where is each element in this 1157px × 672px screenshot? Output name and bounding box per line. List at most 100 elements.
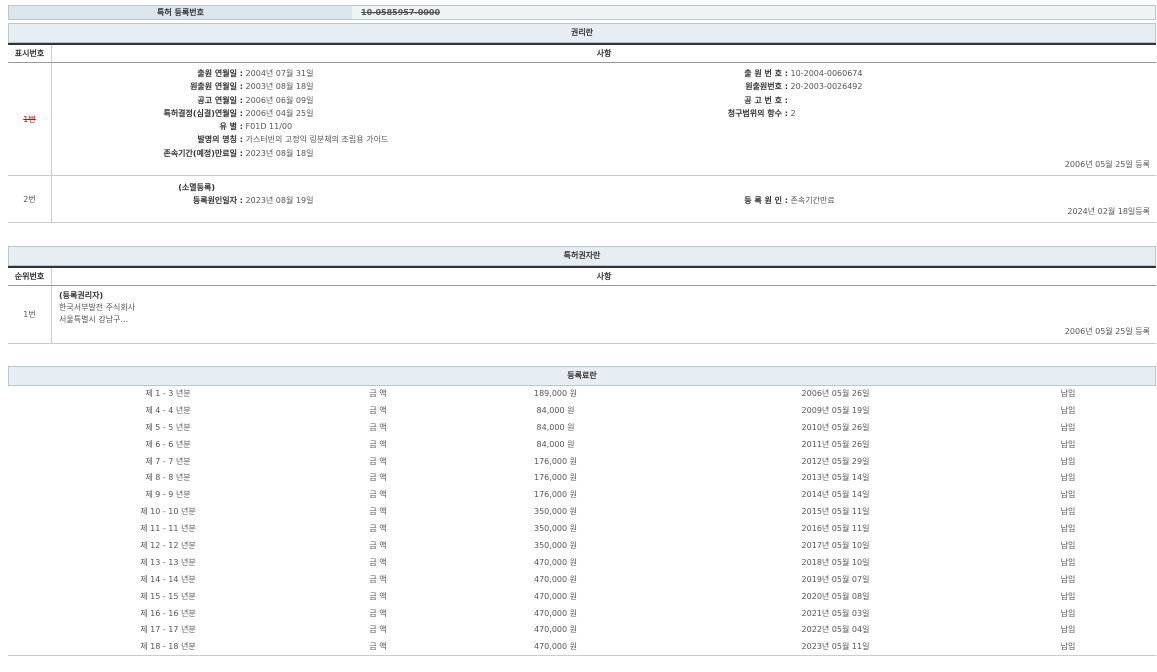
fee-row: 제 6 - 6 년분금 액84,000 원2011년 05월 26일납입 bbox=[8, 436, 1156, 453]
fee-amount: 84,000 원 bbox=[428, 422, 683, 433]
holder-section-header: 특허권자란 bbox=[8, 246, 1156, 266]
fee-status: 납입 bbox=[988, 422, 1148, 433]
fee-row: 제 15 - 15 년분금 액470,000 원2020년 05월 08일납입 bbox=[8, 588, 1156, 605]
fee-period: 제 18 - 18 년분 bbox=[8, 641, 328, 652]
fees-section-header: 등록료란 bbox=[8, 366, 1156, 386]
fee-date: 2010년 05월 26일 bbox=[683, 422, 988, 433]
fee-period: 제 13 - 13 년분 bbox=[8, 557, 328, 568]
fee-date: 2021년 05월 03일 bbox=[683, 608, 988, 619]
holder-info: (등록권리자) 한국서부발전 주식회사 서울특별시 강남구... bbox=[59, 290, 135, 326]
fee-date: 2022년 05월 04일 bbox=[683, 624, 988, 635]
fee-row: 제 9 - 9 년분금 액176,000 원2014년 05월 14일납입 bbox=[8, 486, 1156, 503]
field-value: 존속기간만료 bbox=[791, 196, 835, 205]
fee-label: 금 액 bbox=[328, 523, 428, 534]
rights-row-num: 1번 bbox=[8, 63, 52, 175]
holder-address: 서울특별시 강남구... bbox=[59, 314, 135, 326]
fee-amount: 84,000 원 bbox=[428, 405, 683, 416]
fee-label: 금 액 bbox=[328, 405, 428, 416]
fee-row: 제 16 - 16 년분금 액470,000 원2021년 05월 03일납입 bbox=[8, 605, 1156, 622]
rights-row-1-left: 출원 연월일 : 2004년 07월 31일원출원 연월일 : 2003년 08… bbox=[103, 67, 388, 160]
fee-amount: 350,000 원 bbox=[428, 506, 683, 517]
rights-col-num: 표시번호 bbox=[8, 45, 52, 62]
fee-period: 제 12 - 12 년분 bbox=[8, 540, 328, 551]
fee-amount: 470,000 원 bbox=[428, 591, 683, 602]
field-value: 2003년 08월 18일 bbox=[246, 82, 314, 91]
fee-date: 2015년 05월 11일 bbox=[683, 506, 988, 517]
fee-label: 금 액 bbox=[328, 388, 428, 399]
fee-date: 2016년 05월 11일 bbox=[683, 523, 988, 534]
fee-amount: 470,000 원 bbox=[428, 608, 683, 619]
fee-date: 2012년 05월 29일 bbox=[683, 456, 988, 467]
fee-amount: 470,000 원 bbox=[428, 557, 683, 568]
holder-col-num: 순위번호 bbox=[8, 268, 52, 285]
fee-status: 납입 bbox=[988, 388, 1148, 399]
field-key: 특허결정(심결)연월일 : bbox=[103, 107, 243, 120]
fee-row: 제 11 - 11 년분금 액350,000 원2016년 05월 11일납입 bbox=[8, 520, 1156, 537]
rights-row-2-left: (소멸등록) 등록원인일자 : 2023년 08월 19일 bbox=[103, 181, 313, 208]
field-line: 발명의 명칭 : 가스터빈의 고정익 링분체의 조립용 가이드 bbox=[103, 133, 388, 146]
registration-number-bar: 특허 등록번호 10-0585957-0000 bbox=[8, 5, 1156, 20]
fee-period: 제 16 - 16 년분 bbox=[8, 608, 328, 619]
fee-label: 금 액 bbox=[328, 489, 428, 500]
field-key: 공 고 번 호 : bbox=[703, 94, 788, 107]
field-value: 가스터빈의 고정익 링분체의 조립용 가이드 bbox=[246, 135, 389, 144]
fee-amount: 350,000 원 bbox=[428, 540, 683, 551]
field-key: 존속기간(예정)만료일 : bbox=[103, 147, 243, 160]
field-line: 청구범위의 항수 : 2 bbox=[703, 107, 863, 120]
rights-row-1: 1번 출원 연월일 : 2004년 07월 31일원출원 연월일 : 2003년… bbox=[8, 63, 1156, 176]
field-key: 출 원 번 호 : bbox=[703, 67, 788, 80]
rights-section-header: 권리란 bbox=[8, 23, 1156, 43]
fee-row: 제 18 - 18 년분금 액470,000 원2023년 05월 11일납입 bbox=[8, 638, 1156, 655]
fee-status: 납입 bbox=[988, 489, 1148, 500]
fee-label: 금 액 bbox=[328, 574, 428, 585]
field-line: 출 원 번 호 : 10-2004-0060674 bbox=[703, 67, 863, 80]
fee-row: 제 1 - 3 년분금 액189,000 원2006년 05월 26일납입 bbox=[8, 385, 1156, 402]
fee-label: 금 액 bbox=[328, 456, 428, 467]
holder-name: 한국서부발전 주식회사 bbox=[59, 302, 135, 314]
fee-status: 납입 bbox=[988, 540, 1148, 551]
field-line: 공고 연월일 : 2006년 06월 09일 bbox=[103, 94, 388, 107]
fee-status: 납입 bbox=[988, 506, 1148, 517]
registration-number-value: 10-0585957-0000 bbox=[352, 6, 1155, 19]
fee-period: 제 11 - 11 년분 bbox=[8, 523, 328, 534]
field-line: 원출원번호 : 20-2003-0026492 bbox=[703, 80, 863, 93]
field-value: F01D 11/00 bbox=[246, 122, 293, 131]
fee-date: 2013년 05월 14일 bbox=[683, 472, 988, 483]
fee-amount: 176,000 원 bbox=[428, 489, 683, 500]
fee-label: 금 액 bbox=[328, 557, 428, 568]
fee-status: 납입 bbox=[988, 439, 1148, 450]
fee-status: 납입 bbox=[988, 641, 1148, 652]
fee-amount: 84,000 원 bbox=[428, 439, 683, 450]
fee-amount: 176,000 원 bbox=[428, 472, 683, 483]
field-key: 출원 연월일 : bbox=[103, 67, 243, 80]
registration-date: 2024년 02월 18일등록 bbox=[1067, 206, 1150, 217]
field-line: 원출원 연월일 : 2003년 08월 18일 bbox=[103, 80, 388, 93]
fee-status: 납입 bbox=[988, 557, 1148, 568]
field-line: 특허결정(심결)연월일 : 2006년 04월 25일 bbox=[103, 107, 388, 120]
field-key: 등록원인일자 : bbox=[103, 194, 243, 207]
fee-date: 2011년 05월 26일 bbox=[683, 439, 988, 450]
fee-period: 제 5 - 5 년분 bbox=[8, 422, 328, 433]
field-key: 공고 연월일 : bbox=[103, 94, 243, 107]
field-value: 10-2004-0060674 bbox=[791, 69, 863, 78]
registration-date: 2006년 05월 25일 등록 bbox=[1065, 159, 1150, 170]
fee-date: 2017년 05월 10일 bbox=[683, 540, 988, 551]
field-key: 원출원번호 : bbox=[703, 80, 788, 93]
fee-label: 금 액 bbox=[328, 472, 428, 483]
registration-date: 2006년 05월 25일 등록 bbox=[1065, 326, 1150, 337]
fee-status: 납입 bbox=[988, 472, 1148, 483]
field-value: 20-2003-0026492 bbox=[791, 82, 863, 91]
fee-status: 납입 bbox=[988, 591, 1148, 602]
holder-column-header: 순위번호 사항 bbox=[8, 266, 1156, 286]
fee-row: 제 17 - 17 년분금 액470,000 원2022년 05월 04일납입 bbox=[8, 621, 1156, 638]
fee-amount: 176,000 원 bbox=[428, 456, 683, 467]
fee-date: 2009년 05월 19일 bbox=[683, 405, 988, 416]
rights-column-header: 표시번호 사항 bbox=[8, 43, 1156, 63]
fee-label: 금 액 bbox=[328, 624, 428, 635]
fee-period: 제 14 - 14 년분 bbox=[8, 574, 328, 585]
fee-row: 제 5 - 5 년분금 액84,000 원2010년 05월 26일납입 bbox=[8, 419, 1156, 436]
rights-row-1-right: 출 원 번 호 : 10-2004-0060674원출원번호 : 20-2003… bbox=[703, 67, 863, 120]
fee-status: 납입 bbox=[988, 574, 1148, 585]
fee-amount: 470,000 원 bbox=[428, 624, 683, 635]
fee-period: 제 9 - 9 년분 bbox=[8, 489, 328, 500]
